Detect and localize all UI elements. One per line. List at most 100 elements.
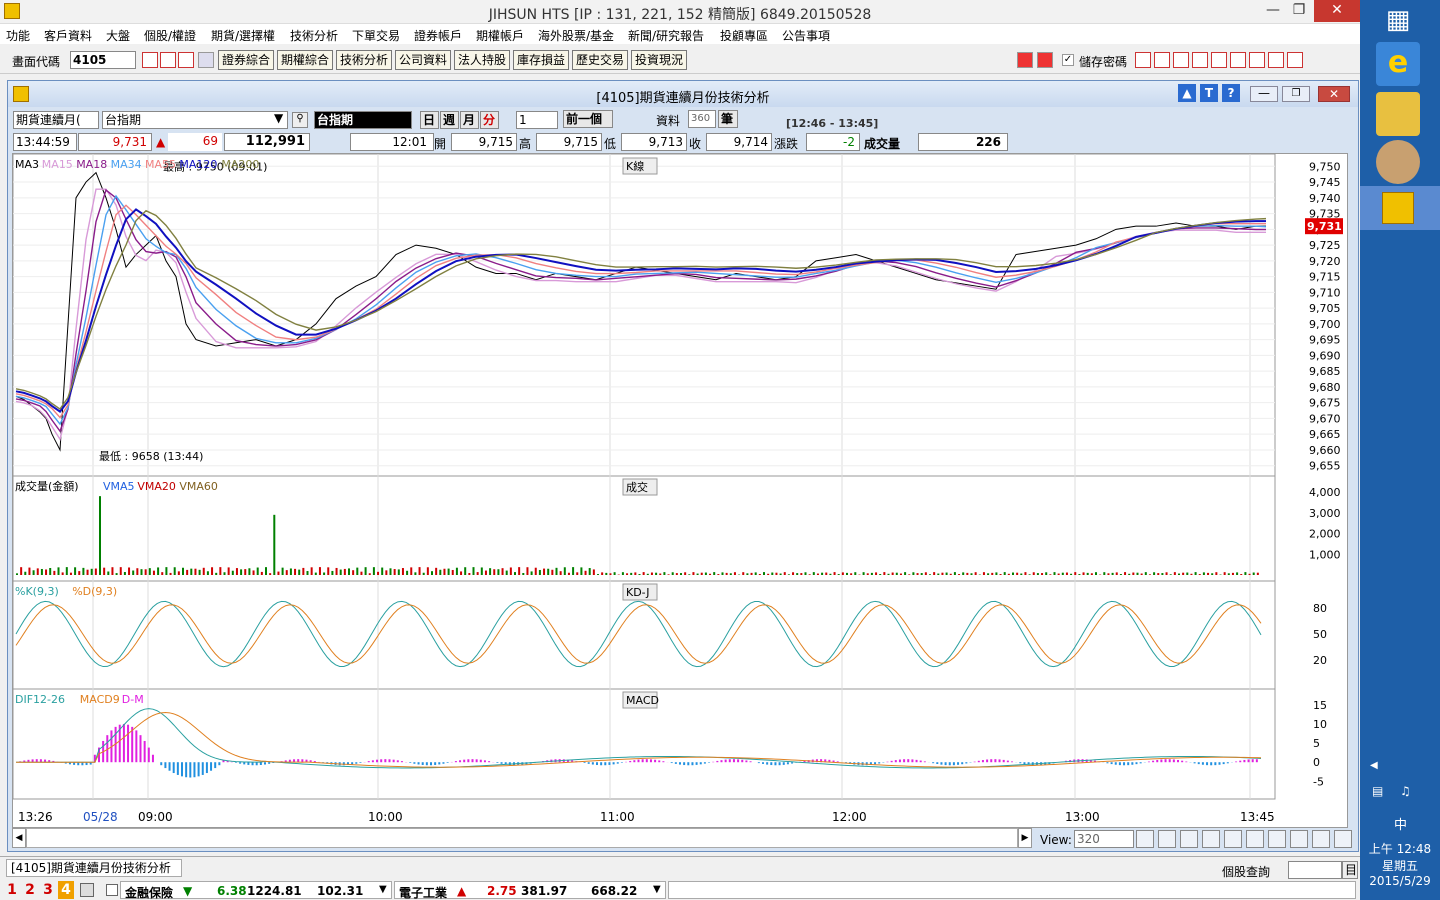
period-button[interactable]: 分 (480, 111, 499, 129)
chart-tool-icon[interactable] (1224, 830, 1242, 848)
paint-icon[interactable] (1376, 140, 1420, 184)
menu-item[interactable]: 客戶資料 (44, 27, 92, 44)
volume-bar (1240, 574, 1243, 575)
toolbar-button[interactable]: 法人持股 (454, 50, 511, 70)
period-button[interactable]: 週 (440, 111, 459, 129)
ticker-checkbox[interactable] (106, 884, 118, 896)
jihsun-app-icon[interactable] (1360, 186, 1440, 230)
menu-item[interactable]: 期貨/選擇權 (211, 27, 275, 44)
data-unit-button[interactable]: 筆 (718, 110, 738, 128)
horizontal-scrollbar[interactable] (26, 828, 1018, 848)
page-button[interactable]: 2 (22, 881, 38, 899)
menu-item[interactable]: 投顧專區 (720, 27, 768, 44)
menu-item[interactable]: 公告事項 (782, 27, 830, 44)
tool-icon[interactable] (1230, 52, 1246, 68)
print-icon[interactable] (178, 52, 194, 68)
tool-icon[interactable] (1211, 52, 1227, 68)
restore-button[interactable]: ❐ (1284, 0, 1314, 22)
toolbar-button[interactable]: 證券綜合 (218, 50, 275, 70)
chart-tool-icon[interactable] (1334, 830, 1352, 848)
menu-item[interactable]: 海外股票/基金 (538, 27, 614, 44)
toolbar-button[interactable]: 歷史交易 (572, 50, 629, 70)
chart-tool-icon[interactable] (1290, 830, 1308, 848)
period-number-select[interactable]: 1 (516, 111, 558, 129)
menu-item[interactable]: 個股/權證 (144, 27, 196, 44)
help-icon[interactable]: ? (1222, 84, 1240, 102)
view-input[interactable]: 320 (1074, 830, 1134, 848)
file-explorer-icon[interactable] (1376, 92, 1420, 136)
search-icon[interactable] (142, 52, 158, 68)
code-input[interactable]: 4105 (70, 51, 136, 69)
back-icon[interactable] (1017, 52, 1033, 68)
chart-tool-icon[interactable] (1268, 830, 1286, 848)
close-button[interactable]: ✕ (1314, 0, 1360, 22)
period-button[interactable]: 月 (460, 111, 479, 129)
prev-button[interactable]: 前一個 (563, 110, 613, 128)
internet-explorer-icon[interactable]: e (1376, 42, 1420, 86)
chart-tool-icon[interactable] (1180, 830, 1198, 848)
text-tool-icon[interactable]: T (1200, 84, 1218, 102)
page-button[interactable]: 3 (40, 881, 56, 899)
windows-start-icon[interactable]: ▦ (1376, 0, 1420, 44)
window-icon[interactable] (160, 52, 176, 68)
page-button[interactable]: 1 (4, 881, 20, 899)
page-button[interactable]: 4 (58, 881, 74, 899)
symbol-dropdown-icon[interactable]: ▼ (274, 111, 283, 125)
volume-bar (190, 568, 193, 575)
tool-icon[interactable] (1173, 52, 1189, 68)
volume-icon[interactable]: ♫ (1400, 784, 1411, 798)
child-minimize-button[interactable]: — (1250, 86, 1278, 102)
lock-icon[interactable] (80, 883, 94, 897)
magnifier-icon[interactable]: ⚲ (292, 112, 308, 128)
forward-icon[interactable] (1037, 52, 1053, 68)
menu-item[interactable]: 期權帳戶 (476, 27, 524, 44)
data-count-input[interactable]: 360 (688, 110, 716, 128)
chart-tool-icon[interactable] (1158, 830, 1176, 848)
clock-time[interactable]: 上午 12:48 (1360, 840, 1440, 857)
chevron-down-icon[interactable] (198, 52, 214, 68)
tool-icon[interactable] (1135, 52, 1151, 68)
volume-bar (866, 573, 869, 575)
tool-icon[interactable] (1287, 52, 1303, 68)
menu-item[interactable]: 新聞/研究報告 (628, 27, 704, 44)
volume-bar (509, 567, 512, 575)
chart-tool-icon[interactable] (1246, 830, 1264, 848)
chart-tool-icon[interactable] (1202, 830, 1220, 848)
query-button[interactable]: 目 (1342, 861, 1358, 879)
tool-icon[interactable] (1154, 52, 1170, 68)
toolbar-button[interactable]: 公司資料 (395, 50, 452, 70)
product-select[interactable]: 期貨連續月( (13, 111, 99, 129)
menu-item[interactable]: 功能 (6, 27, 30, 44)
toolbar-button[interactable]: 庫存損益 (513, 50, 570, 70)
symbol-select[interactable]: 台指期 (102, 111, 288, 129)
ime-indicator[interactable]: 中 (1394, 814, 1407, 833)
menu-item[interactable]: 證券帳戶 (414, 27, 462, 44)
document-tab[interactable]: [4105]期貨連續月份技術分析 (6, 859, 182, 877)
arrow-up-icon[interactable]: ▲ (1178, 84, 1196, 102)
chart-tool-icon[interactable] (1136, 830, 1154, 848)
ticker-2-dropdown-icon[interactable]: ▼ (653, 884, 661, 895)
chart-area[interactable]: 9,7509,7459,7409,7359,7309,7259,7209,715… (12, 153, 1348, 828)
toolbar-button[interactable]: 投資現況 (631, 50, 688, 70)
tool-icon[interactable] (1249, 52, 1265, 68)
menu-item[interactable]: 下單交易 (352, 27, 400, 44)
period-button[interactable]: 日 (420, 111, 439, 129)
ticker-1-dropdown-icon[interactable]: ▼ (379, 884, 387, 895)
legend-item: MA120 (179, 158, 217, 171)
child-close-button[interactable]: ✕ (1318, 86, 1350, 102)
child-restore-button[interactable]: ❐ (1282, 86, 1310, 102)
save-password-checkbox[interactable]: ✓ (1062, 54, 1074, 66)
chevron-left-icon[interactable]: ◀ (1370, 760, 1378, 771)
network-icon[interactable]: ▤ (1372, 784, 1383, 798)
toolbar-button[interactable]: 期權綜合 (277, 50, 334, 70)
menu-item[interactable]: 技術分析 (290, 27, 338, 44)
scroll-right-button[interactable]: ▶ (1018, 828, 1032, 848)
menu-item[interactable]: 大盤 (106, 27, 130, 44)
toolbar-button[interactable]: 技術分析 (336, 50, 393, 70)
volume-bar (891, 572, 894, 575)
chart-tool-icon[interactable] (1312, 830, 1330, 848)
tool-icon[interactable] (1268, 52, 1284, 68)
tool-icon[interactable] (1192, 52, 1208, 68)
scroll-left-button[interactable]: ◀ (12, 828, 26, 848)
query-input[interactable] (1288, 861, 1342, 879)
